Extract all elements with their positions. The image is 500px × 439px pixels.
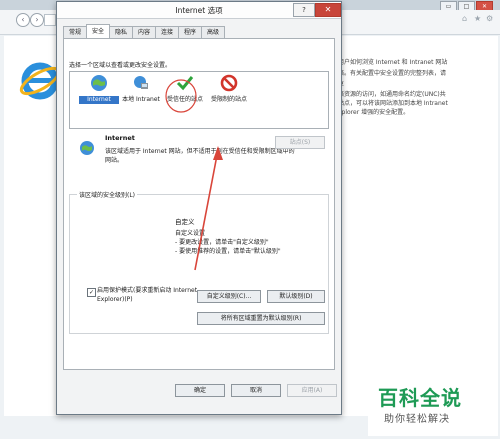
bg-line-1: 用户如何浏览 Internet 和 Intranet 网站	[338, 59, 448, 66]
zone-trusted-sites[interactable]: 受信任的站点	[165, 74, 205, 104]
bg-line-3: 享	[338, 80, 488, 89]
zone-intranet-label: 本地 Intranet	[122, 96, 160, 103]
zone-restricted-label: 受限制的站点	[210, 96, 247, 103]
bg-lower-2: 站点，可以将该网站添加到本地 Intranet	[338, 100, 448, 107]
help-button[interactable]: ?	[293, 3, 315, 17]
bg-lower-1: 络资源的访问，如通用命名约定(UNC)共	[338, 91, 446, 98]
restricted-icon	[220, 74, 238, 92]
cancel-button[interactable]: 取消	[231, 384, 281, 397]
home-icon[interactable]: ⌂	[462, 14, 467, 23]
custom-level-notes: 自定义设置 - 要更改设置，请单击"自定义级别" - 要使用推荐的设置，请单击"…	[175, 229, 281, 256]
reset-all-zones-button[interactable]: 将所有区域重置为默认级别(R)	[197, 312, 325, 325]
protected-mode-checkbox[interactable]: ✓	[87, 288, 96, 297]
globe-icon	[80, 141, 94, 155]
background-text-lower: 络资源的访问，如通用命名约定(UNC)共 站点，可以将该网站添加到本地 Intr…	[338, 90, 488, 117]
favorites-icon[interactable]: ★	[474, 14, 481, 23]
default-level-button[interactable]: 默认级别(D)	[267, 290, 325, 303]
checkmark-icon	[176, 76, 194, 91]
zone-local-intranet[interactable]: 本地 Intranet	[121, 74, 161, 104]
address-bar[interactable]	[44, 14, 56, 26]
back-button[interactable]: ‹	[16, 13, 30, 27]
zone-internet-label: Internet	[79, 96, 119, 104]
tab-content[interactable]: 内容	[132, 26, 156, 38]
watermark-title: 百科全说	[378, 386, 462, 410]
zone-trusted-label: 受信任的站点	[166, 96, 203, 103]
internet-options-dialog: Internet 选项 ? ✕ 常规 安全 隐私 内容 连接 程序 高级 选择一…	[56, 1, 342, 415]
tab-security[interactable]: 安全	[86, 24, 110, 38]
tab-privacy[interactable]: 隐私	[109, 26, 133, 38]
background-text: 用户如何浏览 Internet 和 Intranet 网站 络。有关配置中安全设…	[338, 58, 488, 91]
watermark-subtitle: 助你轻松解决	[384, 414, 450, 425]
tab-programs[interactable]: 程序	[178, 26, 202, 38]
zone-description: 该区域适用于 Internet 网站，但不适用于列在受信任和受限制区域中的网站。	[105, 148, 295, 164]
tab-advanced[interactable]: 高级	[201, 26, 225, 38]
zone-internet[interactable]: Internet	[79, 74, 119, 104]
tab-connections[interactable]: 连接	[155, 26, 179, 38]
apply-button[interactable]: 应用(A)	[287, 384, 337, 397]
tab-general[interactable]: 常规	[63, 26, 87, 38]
globe-icon	[91, 75, 107, 91]
dialog-close-button[interactable]: ✕	[315, 3, 341, 17]
dialog-titlebar: Internet 选项 ? ✕	[57, 2, 341, 19]
custom-note-3: - 要使用推荐的设置，请单击"默认级别"	[175, 248, 281, 255]
security-level-caption: 该区域的安全级别(L)	[77, 190, 138, 199]
bg-line-2: 络。有关配置中安全设置的完整列表，请	[338, 70, 447, 77]
ok-button[interactable]: 确定	[175, 384, 225, 397]
bg-link[interactable]: xplorer 增强的安全配置。	[338, 108, 488, 117]
gear-icon[interactable]: ⚙	[486, 14, 493, 23]
sites-button[interactable]: 站点(S)	[275, 136, 325, 149]
custom-note-1: 自定义设置	[175, 230, 206, 237]
zone-restricted-sites[interactable]: 受限制的站点	[209, 74, 249, 104]
custom-note-2: - 要更改设置，请单击"自定义级别"	[175, 239, 269, 246]
protected-mode-label: 启用保护模式(要求重新启动 Internet Explorer)(P)	[97, 287, 198, 303]
custom-level-title: 自定义	[175, 218, 195, 226]
intranet-icon	[134, 76, 148, 89]
forward-button[interactable]: ›	[30, 13, 44, 27]
zone-description-title: Internet	[105, 134, 135, 142]
zone-hint: 选择一个区域以查看或更改安全设置。	[69, 62, 172, 69]
custom-level-button[interactable]: 自定义级别(C)...	[197, 290, 261, 303]
